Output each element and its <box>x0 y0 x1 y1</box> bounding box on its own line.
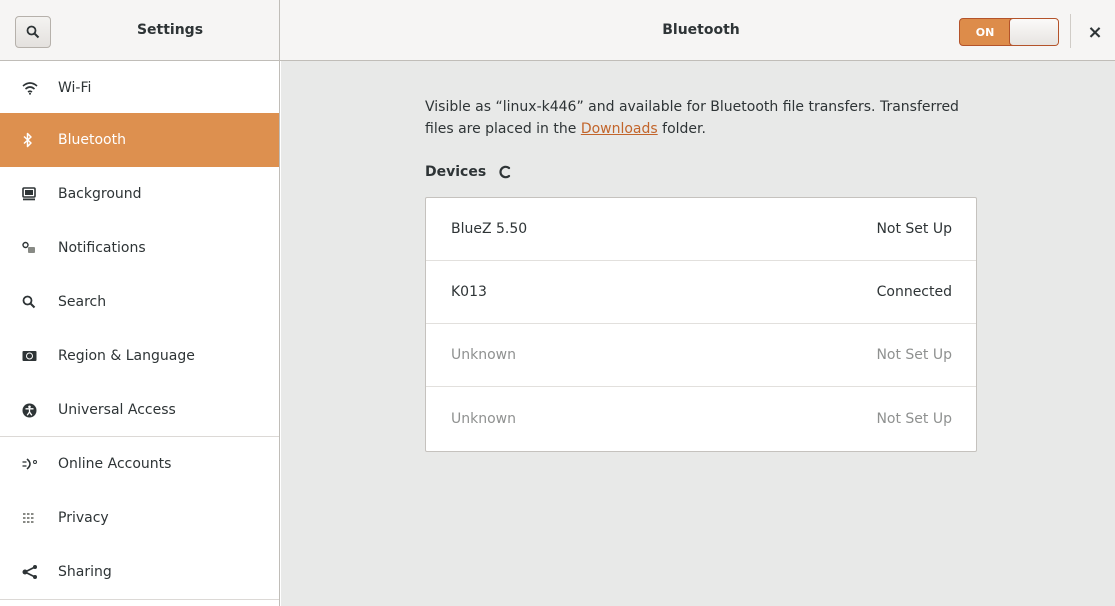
sidebar-item-universal-access[interactable]: Universal Access <box>0 383 279 437</box>
close-button[interactable]: × <box>1080 16 1110 48</box>
sidebar-item-online-accounts[interactable]: Online Accounts <box>0 437 279 491</box>
sidebar-item-background[interactable]: Background <box>0 167 279 221</box>
device-status: Connected <box>876 284 952 300</box>
header-divider <box>1070 14 1071 48</box>
sidebar-item-label: Region & Language <box>58 348 195 364</box>
main-content: Visible as “linux-k446” and available fo… <box>281 61 1115 606</box>
sidebar-item-label: Background <box>58 186 142 202</box>
header-left-pane: Settings <box>0 0 280 60</box>
sidebar-item-label: Bluetooth <box>58 132 126 148</box>
notifications-icon <box>22 240 44 256</box>
online-accounts-icon <box>22 456 44 472</box>
search-button[interactable] <box>15 16 51 48</box>
device-name: BlueZ 5.50 <box>451 221 528 237</box>
device-row[interactable]: BlueZ 5.50 Not Set Up <box>426 198 976 261</box>
sidebar-item-notifications[interactable]: Notifications <box>0 221 279 275</box>
sidebar-item-privacy[interactable]: Privacy <box>0 491 279 545</box>
device-status: Not Set Up <box>876 410 952 427</box>
device-row[interactable]: Unknown Not Set Up <box>426 387 976 450</box>
sidebar-item-region-language[interactable]: Region & Language <box>0 329 279 383</box>
devices-list: BlueZ 5.50 Not Set Up K013 Connected Unk… <box>425 197 977 452</box>
toggle-on-label: ON <box>975 25 995 39</box>
settings-window: Settings Bluetooth ON × Wi-Fi Bluetooth … <box>0 0 1115 606</box>
sidebar-item-sharing[interactable]: Sharing <box>0 545 279 599</box>
sidebar-item-label: Sharing <box>58 564 112 580</box>
sidebar-item-search[interactable]: Search <box>0 275 279 329</box>
devices-title: Devices <box>425 164 487 180</box>
search-icon <box>22 294 44 310</box>
sidebar-item-label: Privacy <box>58 510 109 526</box>
sidebar-item-bluetooth[interactable]: Bluetooth <box>0 113 279 167</box>
sidebar: Wi-Fi Bluetooth Background Notifications… <box>0 61 280 606</box>
bluetooth-toggle[interactable]: ON <box>959 18 1059 46</box>
search-icon <box>26 25 40 39</box>
sidebar-item-label: Universal Access <box>58 402 176 418</box>
sidebar-item-label: Notifications <box>58 240 146 256</box>
device-status: Not Set Up <box>876 221 952 237</box>
sidebar-item-wifi[interactable]: Wi-Fi <box>0 61 279 115</box>
bluetooth-description: Visible as “linux-k446” and available fo… <box>425 96 985 140</box>
device-row[interactable]: Unknown Not Set Up <box>426 324 976 387</box>
device-name: Unknown <box>451 347 516 363</box>
sidebar-item-label: Wi-Fi <box>58 80 92 96</box>
bluetooth-icon <box>22 132 44 148</box>
device-status: Not Set Up <box>876 347 952 363</box>
background-icon <box>22 186 44 202</box>
settings-title: Settings <box>136 22 204 38</box>
wifi-icon <box>22 80 44 96</box>
universal-access-icon <box>22 402 44 418</box>
device-name: Unknown <box>451 410 516 427</box>
device-row[interactable]: K013 Connected <box>426 261 976 324</box>
toggle-knob[interactable] <box>1009 19 1058 45</box>
privacy-icon <box>22 510 44 526</box>
downloads-link[interactable]: Downloads <box>581 121 658 137</box>
sharing-icon <box>22 564 44 580</box>
sidebar-separator <box>0 599 279 600</box>
sidebar-item-label: Online Accounts <box>58 456 172 472</box>
devices-header: Devices <box>425 161 512 183</box>
region-icon <box>22 348 44 364</box>
header-bar: Settings Bluetooth ON × <box>0 0 1115 61</box>
device-name: K013 <box>451 284 487 300</box>
description-text-end: folder. <box>657 121 706 137</box>
close-icon: × <box>1087 21 1103 43</box>
spinner-icon <box>499 165 511 179</box>
sidebar-item-label: Search <box>58 294 107 310</box>
